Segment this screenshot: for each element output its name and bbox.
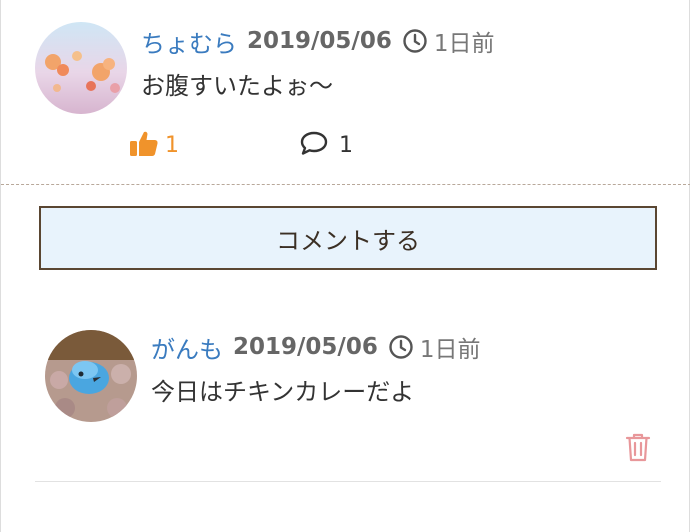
clock-icon	[402, 28, 428, 54]
comment-username[interactable]: がんも	[151, 330, 223, 365]
thumbs-up-icon	[129, 128, 159, 162]
post-time-ago: 1日前	[433, 31, 495, 57]
post-text: お腹すいたよぉ〜	[141, 72, 333, 100]
comment-text: 今日はチキンカレーだよ	[151, 378, 415, 406]
comment-date: 2019/05/06	[233, 334, 378, 360]
clock-icon	[388, 334, 414, 360]
comment-count: 1	[339, 132, 353, 158]
post-avatar[interactable]	[35, 22, 127, 114]
comment-count-button[interactable]: 1	[299, 130, 353, 160]
trash-icon[interactable]	[625, 432, 651, 466]
post: ちょむら 2019/05/06 1日前 お腹すいたよぉ〜 1 1	[1, 0, 690, 185]
comment-divider	[35, 481, 661, 482]
post-actions: 1 1	[129, 128, 353, 162]
comment-avatar[interactable]	[45, 330, 137, 422]
post-divider	[1, 184, 690, 185]
post-username[interactable]: ちょむら	[141, 24, 237, 59]
comment-meta: がんも 2019/05/06 1日前	[151, 330, 480, 364]
comment: がんも 2019/05/06 1日前 今日はチキンカレーだよ	[1, 320, 690, 490]
speech-bubble-icon	[299, 130, 329, 160]
post-date: 2019/05/06	[247, 28, 392, 54]
comment-button[interactable]: コメントする	[39, 206, 657, 270]
like-button[interactable]: 1	[129, 128, 179, 162]
post-card: ちょむら 2019/05/06 1日前 お腹すいたよぉ〜 1 1 コメントする …	[0, 0, 690, 532]
post-meta: ちょむら 2019/05/06 1日前	[141, 24, 494, 58]
like-count: 1	[165, 132, 179, 158]
comment-time-ago: 1日前	[419, 337, 481, 363]
